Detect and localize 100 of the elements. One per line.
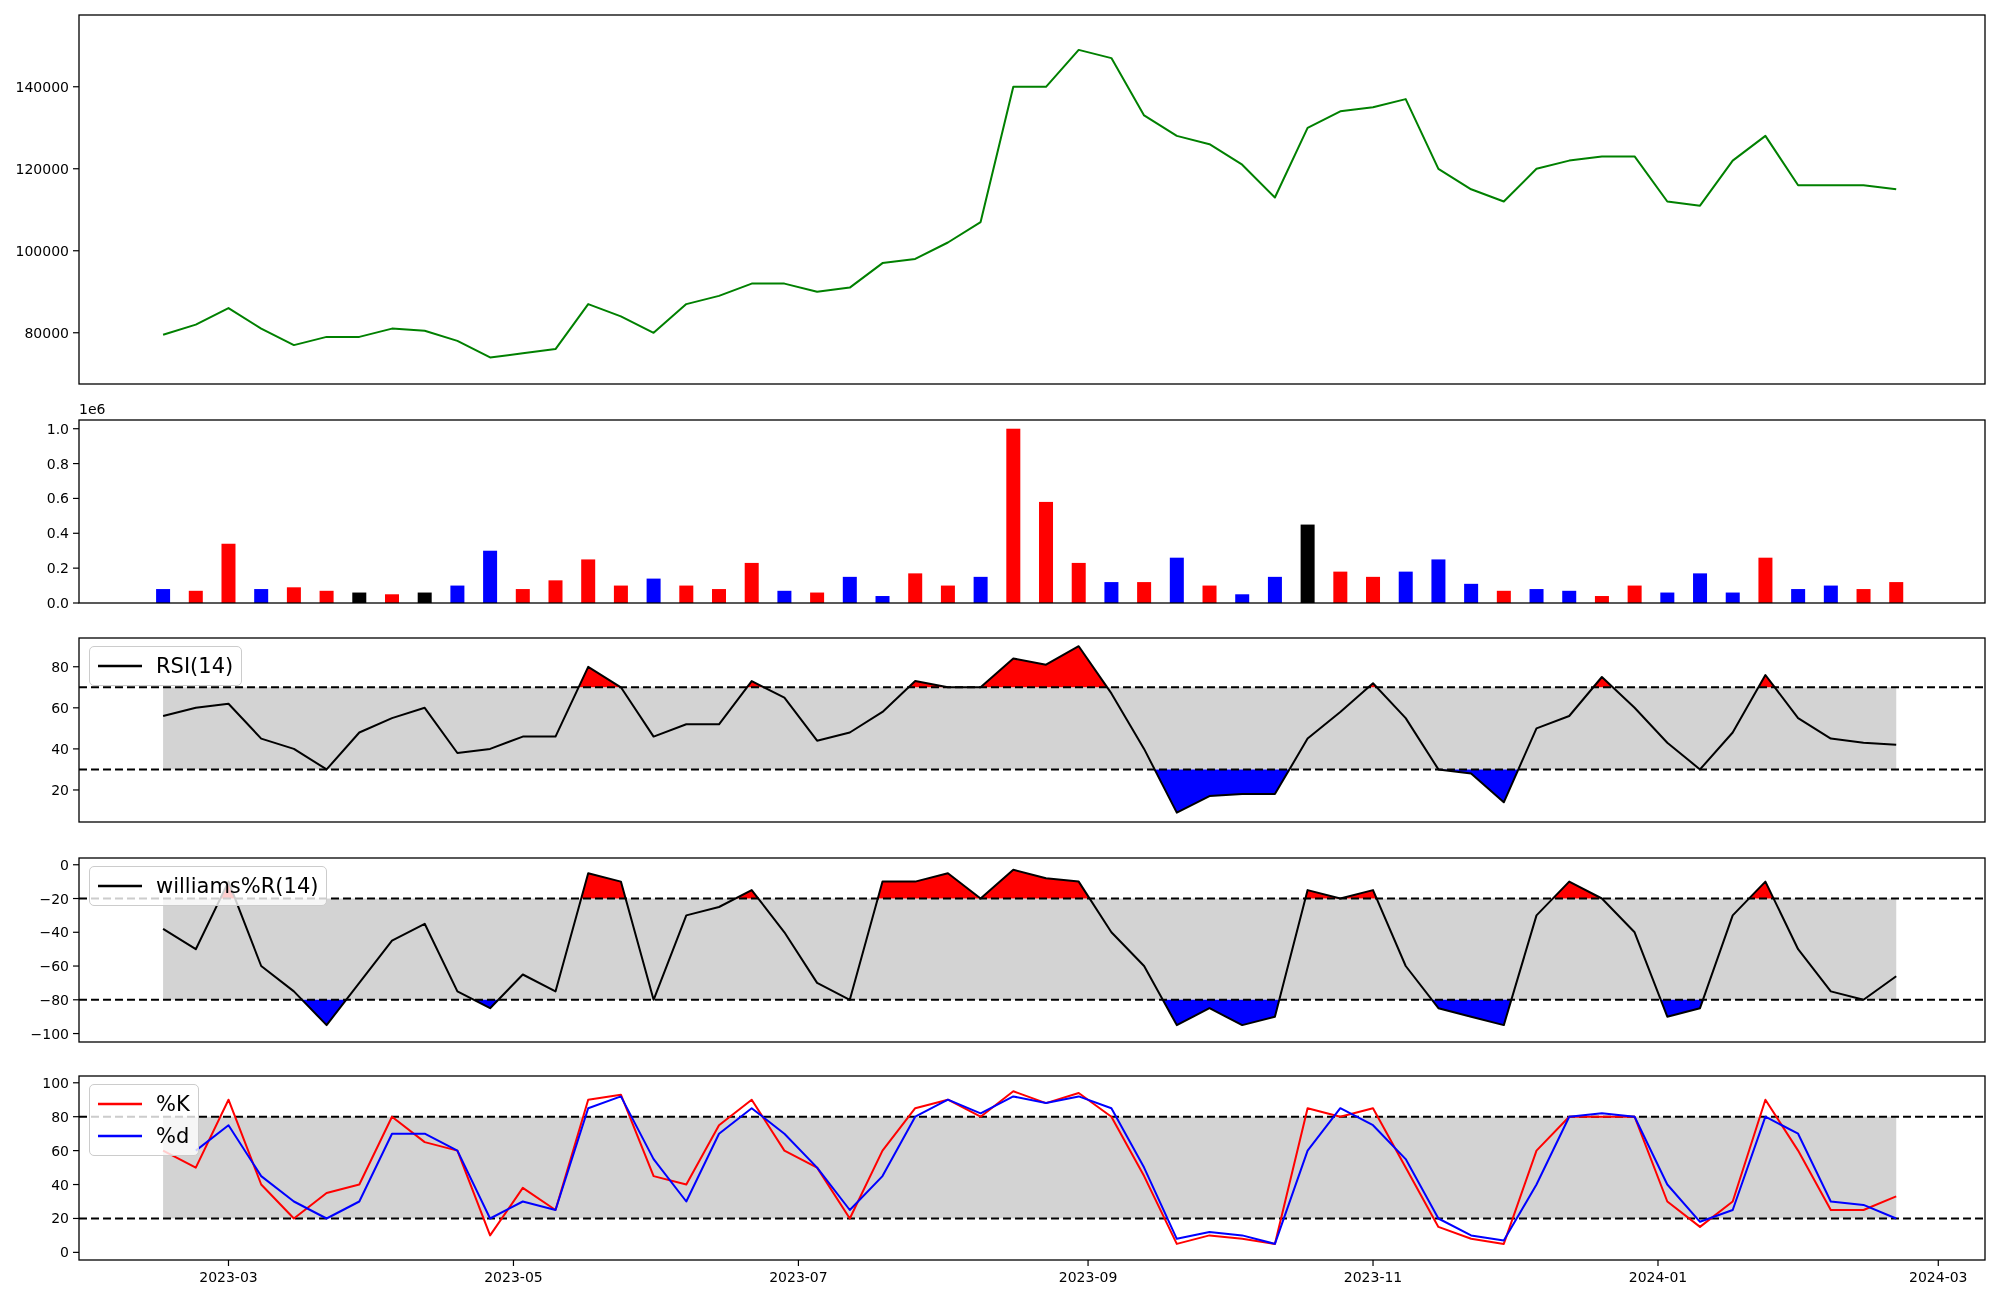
y-tick-mark — [72, 789, 80, 791]
volume-bar — [1366, 576, 1380, 603]
x-tick-mark — [797, 1259, 799, 1267]
volume-bar — [810, 592, 825, 603]
y-tick-mark — [72, 1251, 80, 1253]
volume-bar — [385, 594, 399, 603]
y-tick-mark — [72, 497, 80, 500]
y-tick-mark — [72, 931, 80, 933]
y-tick-label: 60 — [51, 699, 69, 716]
volume-bar — [973, 576, 988, 603]
volume-bar — [483, 550, 498, 603]
y-tick-mark — [72, 1082, 80, 1084]
y-tick-label: 0.0 — [46, 595, 69, 611]
y-tick-label: 0 — [60, 856, 69, 873]
x-tick-mark — [1657, 1259, 1659, 1267]
volume-bar — [286, 587, 301, 603]
x-tick-label: 2023-11 — [1343, 1269, 1403, 1285]
y-tick-label: 40 — [51, 1176, 69, 1193]
x-tick-mark — [227, 1259, 230, 1267]
x-tick-label: 2023-07 — [769, 1269, 828, 1285]
y-tick-label: 1.0 — [46, 420, 69, 437]
volume-bar — [156, 589, 171, 603]
volume-bar — [1235, 594, 1250, 603]
legend-label: %d — [156, 1124, 190, 1148]
y-tick-mark — [72, 332, 80, 334]
volume-bar — [1169, 557, 1184, 603]
y-tick-label: 80 — [51, 1108, 69, 1125]
y-tick-mark — [72, 567, 80, 569]
legend-label: %K — [156, 1092, 190, 1116]
volume-bar — [221, 543, 236, 603]
volume-bar — [679, 585, 694, 603]
y-tick-mark — [72, 864, 80, 866]
volume-bar — [744, 562, 759, 603]
y-tick-label: 0.8 — [46, 455, 69, 472]
x-tick-label: 2023-05 — [484, 1269, 543, 1285]
y-tick-label: 0 — [60, 1244, 69, 1261]
x-tick-mark — [1372, 1259, 1374, 1267]
y-tick-mark — [72, 532, 80, 534]
volume-bar — [450, 585, 465, 603]
volume-bar — [1137, 582, 1152, 603]
volume-bar — [417, 592, 432, 603]
y-tick-mark — [72, 748, 80, 750]
y-tick-label: −100 — [30, 1025, 69, 1042]
volume-bar — [1791, 589, 1806, 603]
y-tick-label: −40 — [39, 924, 69, 941]
y-tick-mark — [72, 897, 80, 900]
volume-bar — [613, 585, 628, 603]
y-tick-mark — [72, 965, 80, 967]
legend-line-icon — [98, 664, 142, 668]
volume-bar — [712, 589, 726, 603]
y-tick-mark — [72, 1032, 80, 1035]
volume-bar — [1594, 596, 1609, 603]
volume-bar — [1758, 557, 1773, 603]
volume-bar — [352, 592, 367, 603]
y-tick-label: 80000 — [24, 324, 69, 341]
y-tick-mark — [72, 1217, 80, 1220]
volume-bar — [1889, 582, 1904, 603]
volume-bar — [1267, 576, 1282, 603]
volume-bar — [1856, 589, 1871, 603]
y-tick-label: 0.6 — [46, 490, 69, 507]
y-tick-label: 60 — [51, 1142, 69, 1159]
volume-bar — [1431, 559, 1446, 603]
x-tick-mark — [512, 1259, 515, 1267]
y-tick-label: −60 — [39, 958, 69, 975]
volume-bar — [1725, 592, 1740, 603]
volume-bar — [1529, 589, 1544, 603]
y-tick-mark — [72, 462, 80, 465]
volume-bar — [1071, 562, 1086, 603]
y-tick-label: 140000 — [15, 78, 69, 95]
y-tick-label: 20 — [51, 781, 69, 798]
y-tick-mark — [72, 428, 80, 430]
volume-bar — [1464, 583, 1479, 603]
volume-bar — [908, 573, 923, 603]
axis-offset-label: 1e6 — [79, 401, 106, 417]
x-tick-mark — [1937, 1259, 1939, 1267]
y-tick-mark — [72, 602, 80, 604]
volume-bar — [1660, 592, 1675, 603]
volume-bar — [842, 576, 857, 603]
x-tick-label: 2024-01 — [1628, 1269, 1688, 1285]
volume-bar — [548, 580, 563, 603]
legend-label: RSI(14) — [156, 654, 234, 678]
x-tick-mark — [1087, 1259, 1089, 1267]
volume-bar — [875, 596, 890, 603]
volume-bar — [1627, 585, 1642, 603]
y-tick-label: 0.4 — [46, 525, 69, 542]
y-tick-mark — [72, 1150, 80, 1152]
x-tick-label: 2023-09 — [1058, 1269, 1118, 1285]
y-tick-mark — [72, 1116, 80, 1118]
y-tick-mark — [72, 250, 80, 252]
volume-bar — [1202, 585, 1217, 603]
x-tick-label: 2023-03 — [199, 1269, 258, 1285]
volume-bar — [515, 589, 530, 603]
y-tick-label: −20 — [39, 890, 69, 907]
volume-bar — [940, 585, 955, 603]
x-tick-label: 2024-03 — [1909, 1269, 1968, 1285]
y-tick-mark — [72, 168, 80, 170]
volume-bar — [1693, 573, 1708, 603]
volume-bar — [581, 559, 596, 603]
y-tick-mark — [72, 1183, 80, 1186]
y-tick-label: 120000 — [15, 160, 69, 177]
